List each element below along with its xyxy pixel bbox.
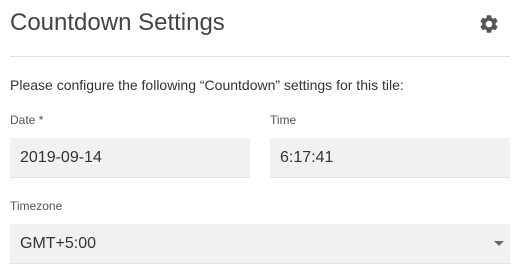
time-field[interactable]: 6:17:41 [270, 138, 510, 178]
timezone-select[interactable]: GMT+5:00 [10, 224, 510, 264]
chevron-down-icon [494, 241, 504, 246]
time-label: Time [270, 113, 297, 127]
timezone-label: Timezone [10, 199, 63, 213]
date-label-text: Date [10, 113, 36, 127]
required-mark: * [35, 113, 44, 127]
timezone-value: GMT+5:00 [20, 235, 97, 252]
date-label: Date * [10, 113, 43, 127]
settings-header: Countdown Settings [10, 0, 510, 57]
date-field[interactable]: 2019-09-14 [10, 138, 250, 178]
gear-icon[interactable] [478, 13, 500, 35]
page-title: Countdown Settings [10, 9, 225, 36]
intro-text: Please configure the following “Countdow… [10, 77, 404, 93]
